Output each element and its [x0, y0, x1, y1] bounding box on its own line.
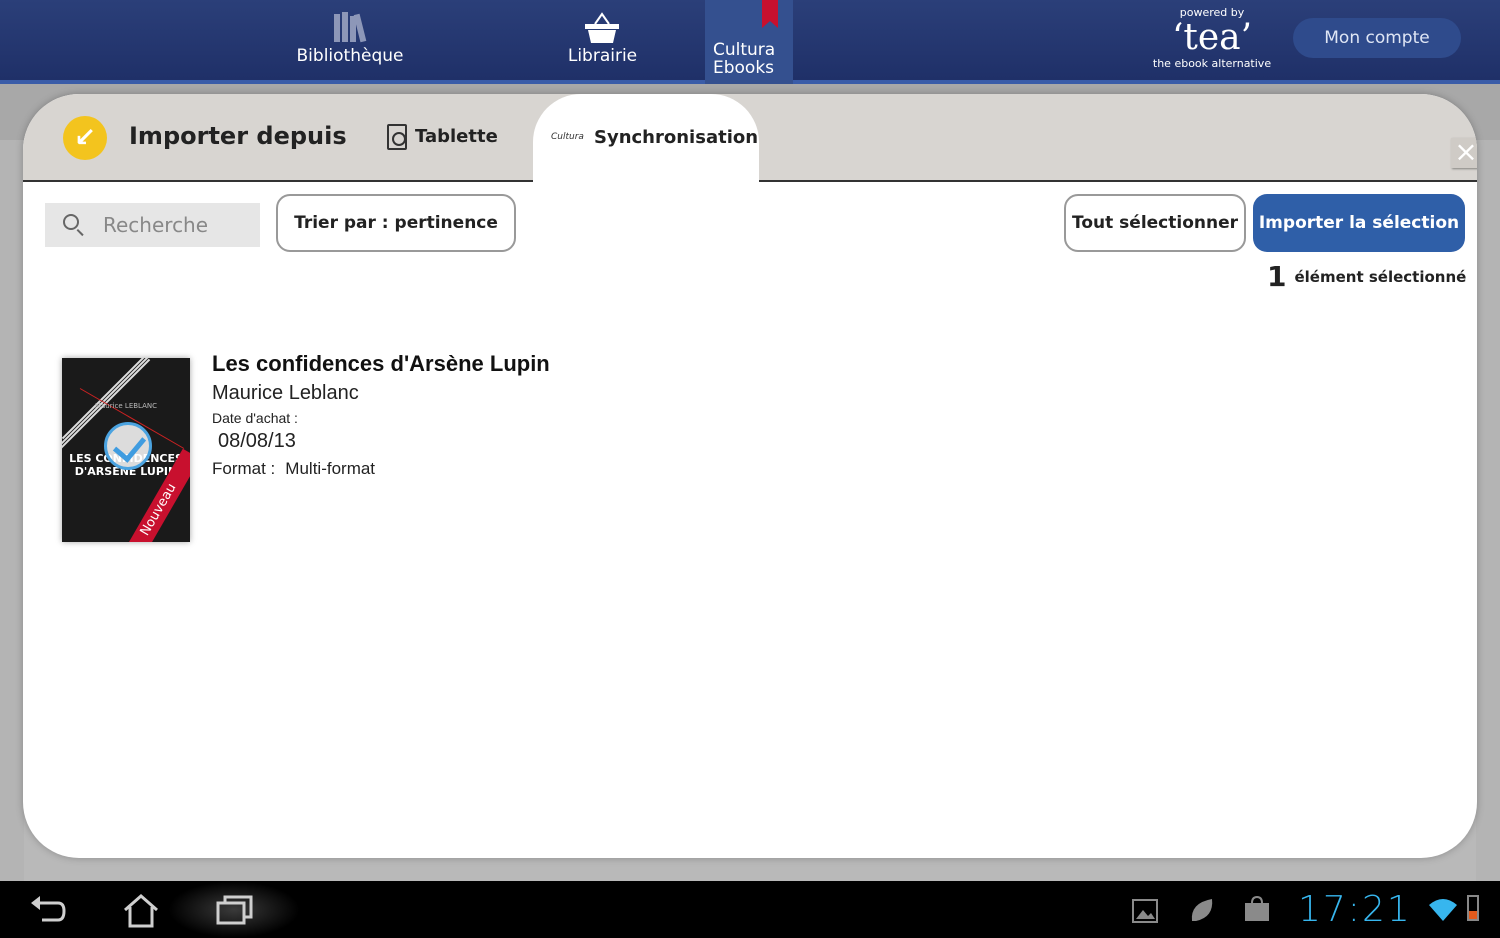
- tea-logo: powered by ‘tea’ the ebook alternative: [1150, 6, 1274, 70]
- import-icon: ↙: [63, 116, 107, 160]
- select-all-button[interactable]: Tout sélectionner: [1064, 194, 1246, 252]
- app-topbar: Bibliothèque Librairie Cultura Ebooks po…: [0, 0, 1500, 84]
- nav-bibliotheque-label: Bibliothèque: [296, 46, 404, 66]
- home-icon[interactable]: [121, 892, 161, 928]
- format-value: Multi-format: [285, 459, 376, 478]
- books-icon: [334, 12, 367, 43]
- battery-icon: [1467, 895, 1479, 921]
- tea-brand: ‘tea’: [1171, 17, 1253, 58]
- close-icon[interactable]: ×: [1451, 138, 1477, 168]
- search-input[interactable]: [103, 211, 253, 239]
- book-cover[interactable]: Maurice LEBLANC LES CONFIDENCES D'ARSÈNE…: [62, 358, 190, 542]
- leaf-icon[interactable]: [1188, 895, 1216, 925]
- background-panel-left: [0, 140, 24, 882]
- back-icon[interactable]: [28, 893, 68, 927]
- format-label: Format :: [212, 459, 276, 478]
- search-icon: [63, 214, 79, 230]
- import-selection-button[interactable]: Importer la sélection: [1253, 194, 1465, 252]
- checkmark-icon[interactable]: [104, 422, 152, 470]
- cultura-logo-icon: Cultura: [551, 132, 584, 142]
- background-panel-right: [1476, 140, 1500, 882]
- search-field[interactable]: [45, 203, 260, 247]
- book-title: Les confidences d'Arsène Lupin: [212, 351, 550, 376]
- tea-tagline: the ebook alternative: [1152, 57, 1272, 70]
- basket-icon: [585, 12, 619, 43]
- dialog-title: Importer depuis: [129, 122, 347, 150]
- book-format: Format : Multi-format: [212, 459, 375, 479]
- nav-bibliotheque[interactable]: Bibliothèque: [280, 0, 420, 80]
- bookmark-icon: [762, 0, 778, 28]
- tab-synchronisation[interactable]: Cultura Synchronisation: [533, 94, 759, 184]
- tab-tablette[interactable]: Tablette: [387, 124, 498, 152]
- wifi-icon: [1429, 899, 1457, 921]
- dialog-header: ↙ Importer depuis Tablette Cultura Synch…: [23, 94, 1477, 184]
- system-navigation-bar: 17:21: [0, 881, 1500, 938]
- selection-count: 1 élément sélectionné: [1267, 260, 1466, 293]
- selection-count-number: 1: [1267, 260, 1287, 293]
- purchase-date-label: Date d'achat :: [212, 410, 298, 426]
- gallery-icon[interactable]: [1131, 897, 1159, 925]
- tab-synchronisation-label: Synchronisation: [594, 127, 759, 148]
- tablet-icon: [387, 124, 407, 150]
- recent-apps-icon[interactable]: [215, 893, 255, 927]
- book-author: Maurice Leblanc: [212, 382, 359, 404]
- account-button[interactable]: Mon compte: [1293, 18, 1461, 58]
- import-dialog: ↙ Importer depuis Tablette Cultura Synch…: [23, 94, 1477, 858]
- book-item[interactable]: Maurice LEBLANC LES CONFIDENCES D'ARSÈNE…: [53, 342, 653, 552]
- selection-count-label: élément sélectionné: [1294, 267, 1467, 286]
- nav-cultura-label: Cultura: [713, 40, 776, 60]
- purchase-date: 08/08/13: [218, 430, 296, 452]
- nav-cultura-ebooks[interactable]: Cultura Ebooks: [705, 0, 793, 84]
- nav-ebooks-label: Ebooks: [713, 58, 775, 78]
- sort-button[interactable]: Trier par : pertinence: [276, 194, 516, 252]
- status-clock: 17:21: [1298, 889, 1412, 930]
- nav-librairie-label: Librairie: [567, 46, 638, 66]
- nav-librairie[interactable]: Librairie: [545, 0, 660, 80]
- cover-author: Maurice LEBLANC: [94, 402, 158, 410]
- tab-tablette-label: Tablette: [415, 126, 498, 147]
- store-icon[interactable]: [1243, 895, 1271, 923]
